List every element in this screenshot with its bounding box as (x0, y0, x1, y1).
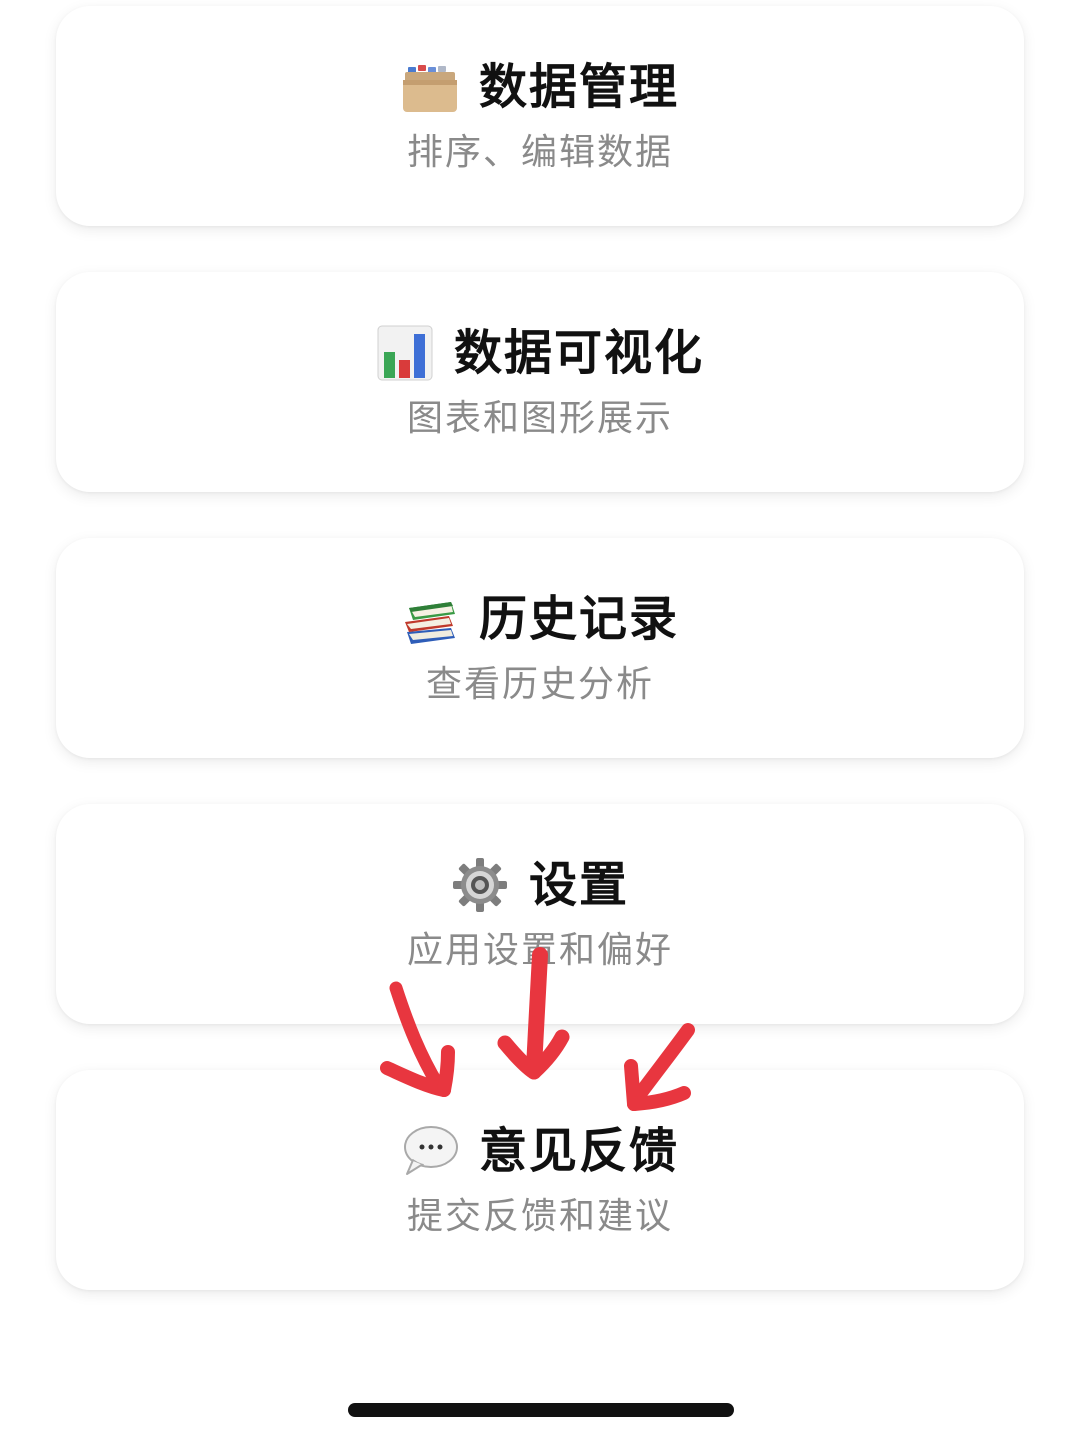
card-title: 数据可视化 (453, 325, 704, 381)
bar-chart-icon (376, 324, 434, 382)
menu-item-feedback[interactable]: 意见反馈 提交反馈和建议 (56, 1070, 1024, 1290)
menu-item-history[interactable]: 历史记录 查看历史分析 (56, 538, 1024, 758)
card-subtitle: 应用设置和偏好 (406, 930, 673, 971)
card-title: 数据管理 (478, 59, 679, 115)
card-title: 设置 (528, 857, 629, 913)
card-subtitle: 查看历史分析 (425, 664, 654, 705)
home-indicator[interactable] (348, 1403, 734, 1417)
menu-item-data-management[interactable]: 数据管理 排序、编辑数据 (56, 6, 1024, 226)
card-subtitle: 提交反馈和建议 (406, 1196, 673, 1237)
menu-item-settings[interactable]: 设置 应用设置和偏好 (56, 804, 1024, 1024)
card-title-row: 数据管理 (401, 55, 679, 119)
menu-list: 数据管理 排序、编辑数据 数据可视化 图表和图形展示 历史记录 查看历史分析 设… (56, 6, 1024, 1336)
card-title: 意见反馈 (478, 1123, 679, 1179)
speech-bubble-icon (401, 1122, 459, 1180)
card-title-row: 设置 (451, 853, 629, 917)
card-title-row: 数据可视化 (376, 321, 704, 385)
card-title-row: 历史记录 (401, 587, 679, 651)
books-icon (401, 590, 459, 648)
card-subtitle: 图表和图形展示 (406, 398, 673, 439)
card-subtitle: 排序、编辑数据 (406, 132, 673, 173)
menu-item-data-visualization[interactable]: 数据可视化 图表和图形展示 (56, 272, 1024, 492)
card-file-box-icon (401, 58, 459, 116)
gear-icon (451, 856, 509, 914)
card-title: 历史记录 (478, 591, 679, 647)
card-title-row: 意见反馈 (401, 1119, 679, 1183)
